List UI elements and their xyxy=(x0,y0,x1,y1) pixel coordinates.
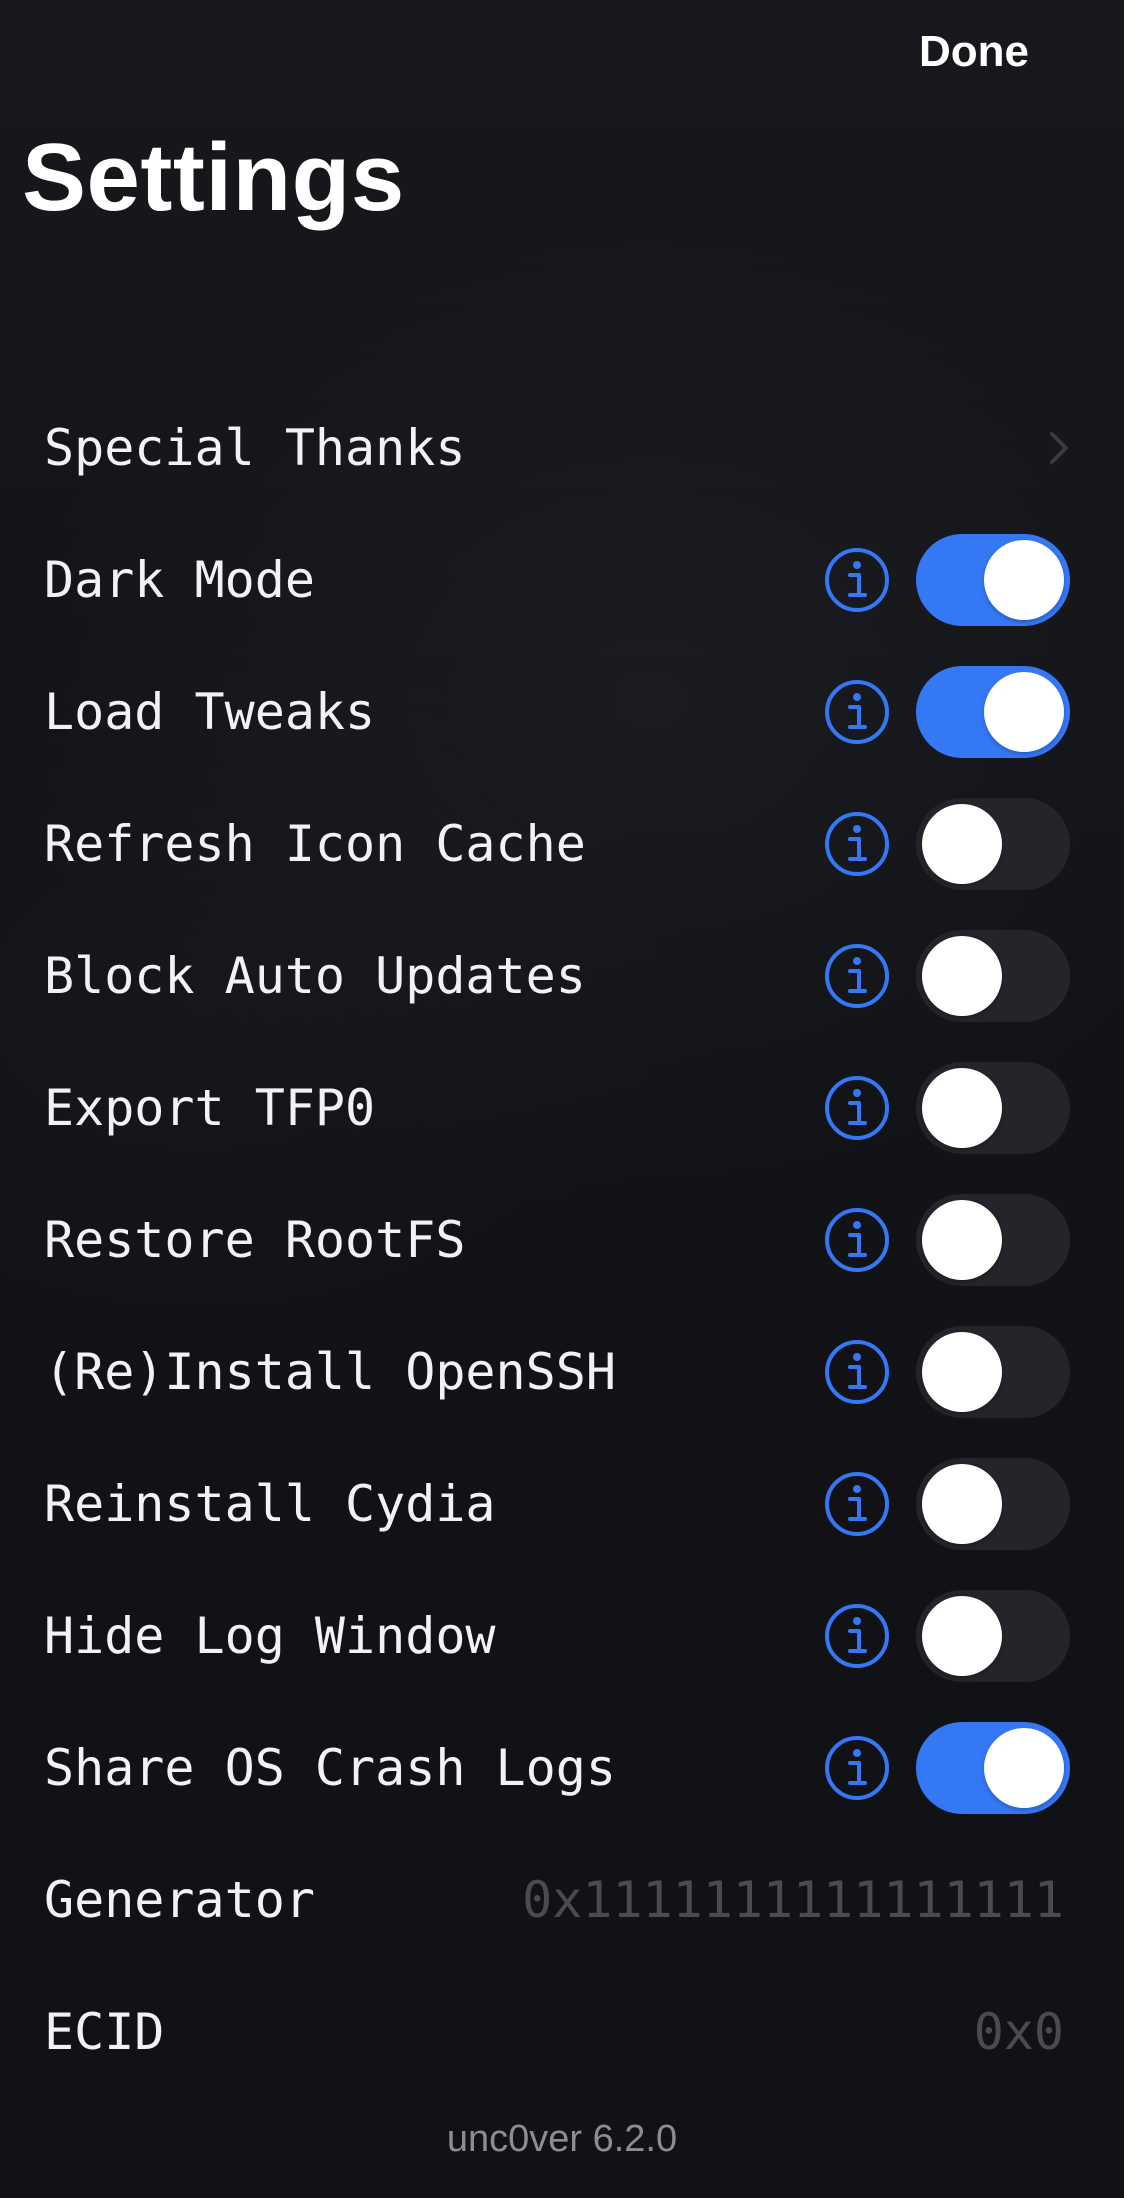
row-generator: Generator 0x1111111111111111 xyxy=(0,1834,1124,1966)
row-share-os-crash-logs: Share OS Crash Logs xyxy=(0,1702,1124,1834)
row-label: (Re)Install OpenSSH xyxy=(44,1343,616,1401)
version-label: unc0ver 6.2.0 xyxy=(446,2118,678,2160)
chevron-right-icon xyxy=(1050,432,1068,464)
toggle-knob xyxy=(922,936,1002,1016)
toggle-knob xyxy=(922,1068,1002,1148)
refresh-icon-cache-toggle[interactable] xyxy=(916,798,1070,890)
toggle-knob xyxy=(984,540,1064,620)
toggle-knob xyxy=(922,1464,1002,1544)
row-label: Share OS Crash Logs xyxy=(44,1739,616,1797)
info-circle-icon[interactable] xyxy=(824,943,890,1009)
row-refresh-icon-cache: Refresh Icon Cache xyxy=(0,778,1124,910)
row-special-thanks[interactable]: Special Thanks xyxy=(0,382,1124,514)
info-circle-icon[interactable] xyxy=(824,1471,890,1537)
toggle-knob xyxy=(922,1332,1002,1412)
share-os-crash-logs-toggle[interactable] xyxy=(916,1722,1070,1814)
info-circle-icon[interactable] xyxy=(824,547,890,613)
row-label: Reinstall Cydia xyxy=(44,1475,496,1533)
row-ecid: ECID 0x0 xyxy=(0,1966,1124,2098)
page-title: Settings xyxy=(22,124,405,231)
row-label: Special Thanks xyxy=(44,419,466,477)
info-circle-icon[interactable] xyxy=(824,1339,890,1405)
row-label: Generator xyxy=(44,1871,315,1929)
restore-rootfs-toggle[interactable] xyxy=(916,1194,1070,1286)
reinstall-cydia-toggle[interactable] xyxy=(916,1458,1070,1550)
done-button[interactable]: Done xyxy=(919,22,1029,82)
row-hide-log-window: Hide Log Window xyxy=(0,1570,1124,1702)
row-label: Block Auto Updates xyxy=(44,947,586,1005)
row-label: Hide Log Window xyxy=(44,1607,496,1665)
toggle-knob xyxy=(984,1728,1064,1808)
load-tweaks-toggle[interactable] xyxy=(916,666,1070,758)
toggle-knob xyxy=(922,1596,1002,1676)
row-dark-mode: Dark Mode xyxy=(0,514,1124,646)
toggle-knob xyxy=(922,804,1002,884)
row-label: Restore RootFS xyxy=(44,1211,466,1269)
settings-list: Special Thanks Dark Mode Load Tweaks Ref… xyxy=(0,382,1124,2098)
block-auto-updates-toggle[interactable] xyxy=(916,930,1070,1022)
reinstall-openssh-toggle[interactable] xyxy=(916,1326,1070,1418)
info-circle-icon[interactable] xyxy=(824,811,890,877)
dark-mode-toggle[interactable] xyxy=(916,534,1070,626)
toggle-knob xyxy=(922,1200,1002,1280)
row-label: Load Tweaks xyxy=(44,683,376,741)
row-label: Dark Mode xyxy=(44,551,315,609)
info-circle-icon[interactable] xyxy=(824,1075,890,1141)
row-reinstall-cydia: Reinstall Cydia xyxy=(0,1438,1124,1570)
generator-value-field[interactable]: 0x1111111111111111 xyxy=(522,1871,1064,1929)
row-export-tfp0: Export TFP0 xyxy=(0,1042,1124,1174)
row-label: ECID xyxy=(44,2003,165,2061)
row-label: Refresh Icon Cache xyxy=(44,815,586,873)
info-circle-icon[interactable] xyxy=(824,679,890,745)
row-label: Export TFP0 xyxy=(44,1079,376,1137)
row-block-auto-updates: Block Auto Updates xyxy=(0,910,1124,1042)
row-restore-rootfs: Restore RootFS xyxy=(0,1174,1124,1306)
info-circle-icon[interactable] xyxy=(824,1735,890,1801)
info-circle-icon[interactable] xyxy=(824,1603,890,1669)
export-tfp0-toggle[interactable] xyxy=(916,1062,1070,1154)
toggle-knob xyxy=(984,672,1064,752)
info-circle-icon[interactable] xyxy=(824,1207,890,1273)
row-reinstall-openssh: (Re)Install OpenSSH xyxy=(0,1306,1124,1438)
hide-log-window-toggle[interactable] xyxy=(916,1590,1070,1682)
row-load-tweaks: Load Tweaks xyxy=(0,646,1124,778)
ecid-value: 0x0 xyxy=(973,2003,1064,2061)
